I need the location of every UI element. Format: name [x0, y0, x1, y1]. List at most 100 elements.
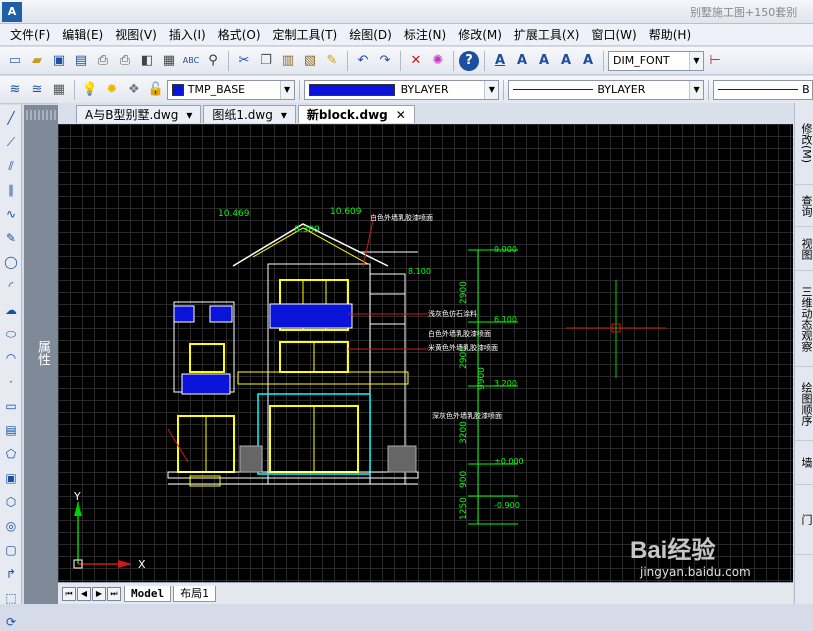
save-icon[interactable]: ▣	[49, 51, 69, 71]
publish-icon[interactable]: ▦	[159, 51, 179, 71]
palette-tab-3dorbit[interactable]: 三维动态观察	[795, 271, 813, 367]
menu-dimension[interactable]: 标注(N)	[398, 26, 452, 43]
menu-format[interactable]: 格式(O)	[212, 26, 267, 43]
donut-icon[interactable]: ◎	[2, 517, 20, 535]
preview-icon[interactable]: ◧	[137, 51, 157, 71]
spellcheck-icon[interactable]: ABC	[181, 51, 201, 71]
lightbulb-icon[interactable]: 💡	[80, 80, 100, 100]
menu-modify[interactable]: 修改(M)	[452, 26, 508, 43]
properties-panel-grip[interactable]	[26, 110, 56, 120]
close-icon[interactable]: ✕	[396, 108, 406, 122]
circle-icon[interactable]: ◯	[2, 253, 20, 271]
revcloud-icon[interactable]: ☁	[2, 301, 20, 319]
tab-layout1[interactable]: 布局1	[173, 585, 216, 602]
lock-icon[interactable]: 🔓	[146, 80, 166, 100]
first-tab-icon[interactable]: ⏮	[62, 586, 76, 601]
sun-icon[interactable]: ✹	[102, 80, 122, 100]
menu-draw[interactable]: 绘图(D)	[343, 26, 398, 43]
ucs-x-arrow	[118, 560, 132, 568]
menu-help[interactable]: 帮助(H)	[643, 26, 697, 43]
delete-icon[interactable]: ✕	[406, 51, 426, 71]
chevron-down-icon[interactable]: ▾	[281, 108, 287, 122]
menu-view[interactable]: 视图(V)	[109, 26, 163, 43]
text-check-a-icon[interactable]: A	[578, 51, 598, 71]
refresh-icon[interactable]: ⟳	[2, 613, 20, 631]
color-select[interactable]: BYLAYER ▼	[303, 79, 500, 100]
doc-tab-new-block[interactable]: 新block.dwg ✕	[297, 105, 415, 123]
menu-window[interactable]: 窗口(W)	[586, 26, 643, 43]
menu-insert[interactable]: 插入(I)	[163, 26, 212, 43]
menu-file[interactable]: 文件(F)	[4, 26, 56, 43]
menu-tools[interactable]: 定制工具(T)	[267, 26, 344, 43]
polygon-icon[interactable]: ⬠	[2, 445, 20, 463]
dim-tool-icon[interactable]: ⊢	[705, 51, 725, 71]
palette-tab-draworder[interactable]: 绘图顺序	[795, 367, 813, 441]
find-icon[interactable]: ⚲	[203, 51, 223, 71]
palette-tab-view[interactable]: 视图	[795, 227, 813, 271]
next-tab-icon[interactable]: ▶	[92, 586, 106, 601]
text-style-a-icon[interactable]: A	[490, 51, 510, 71]
separator	[453, 50, 454, 71]
last-tab-icon[interactable]: ⏭	[107, 586, 121, 601]
separator	[347, 50, 348, 71]
chevron-down-icon: ▼	[689, 51, 703, 70]
lineweight-select[interactable]: B	[713, 79, 813, 100]
plot-icon[interactable]: ⎙	[115, 51, 135, 71]
menu-edit[interactable]: 编辑(E)	[56, 26, 109, 43]
copy-icon[interactable]: ❐	[256, 51, 276, 71]
open-icon[interactable]: ▰	[27, 51, 47, 71]
palette-tab-wall[interactable]: 墙	[795, 441, 813, 485]
cut-icon[interactable]: ✂	[234, 51, 254, 71]
paste-icon[interactable]: ▥	[278, 51, 298, 71]
doc-tab-label: A与B型别墅.dwg	[85, 108, 179, 122]
layer-manager-icon[interactable]: ≋	[5, 80, 25, 100]
prev-tab-icon[interactable]: ◀	[77, 586, 91, 601]
palette-tab-door[interactable]: 门	[795, 485, 813, 555]
arc-icon[interactable]: ◜	[2, 277, 20, 295]
freehand-icon[interactable]: ✎	[2, 229, 20, 247]
level-label: ±0.000	[494, 457, 524, 466]
palette-tab-query[interactable]: 查询	[795, 185, 813, 227]
redo-icon[interactable]: ↷	[375, 51, 395, 71]
rectangle-icon[interactable]: ▭	[2, 397, 20, 415]
dim-style-select[interactable]: DIM_FONT ▼	[608, 50, 704, 71]
doc-tab-drawing1[interactable]: 图纸1.dwg ▾	[203, 105, 296, 123]
text-a-icon[interactable]: A	[512, 51, 532, 71]
print-icon[interactable]: ⎙	[93, 51, 113, 71]
match-prop-icon[interactable]: ✎	[322, 51, 342, 71]
layer-select[interactable]: TMP_BASE ▼	[166, 79, 295, 100]
freeze-vp-icon[interactable]: ❖	[124, 80, 144, 100]
help-icon[interactable]: ?	[459, 50, 479, 71]
saveas-icon[interactable]: ▤	[71, 51, 91, 71]
doc-tab-a-b-villa[interactable]: A与B型别墅.dwg ▾	[76, 105, 202, 123]
text-edit-a-icon[interactable]: A	[556, 51, 576, 71]
new-icon[interactable]: ▭	[5, 51, 25, 71]
palette-tab-modify[interactable]: 修改(M)	[795, 103, 813, 185]
chevron-down-icon[interactable]: ▾	[186, 108, 192, 122]
polyline-icon[interactable]: ⟋	[2, 133, 20, 151]
explode-icon[interactable]: ✺	[428, 51, 448, 71]
wipeout-icon[interactable]: ▢	[2, 541, 20, 559]
line-icon[interactable]: ╱	[2, 109, 20, 127]
drawing-canvas[interactable]: 10.469 10.609 8.309 白色外墙乳胶漆喷面 9.000 8.10…	[58, 124, 793, 582]
hatch-icon[interactable]: ▤	[2, 421, 20, 439]
boundary-icon[interactable]: ⬡	[2, 493, 20, 511]
ellipse-arc-icon[interactable]: ◠	[2, 349, 20, 367]
offset-icon[interactable]: ↱	[2, 565, 20, 583]
linetype-select[interactable]: BYLAYER ▼	[508, 79, 705, 100]
tab-model[interactable]: Model	[124, 585, 172, 602]
multiline-icon[interactable]: ∥	[2, 181, 20, 199]
text-find-a-icon[interactable]: A	[534, 51, 554, 71]
block-icon[interactable]: ⬚	[2, 589, 20, 607]
region-icon[interactable]: ▣	[2, 469, 20, 487]
point-icon[interactable]: ·	[2, 373, 20, 391]
ellipse-icon[interactable]: ⬭	[2, 325, 20, 343]
construction-line-icon[interactable]: ⫽	[2, 157, 20, 175]
layer-prev-icon[interactable]: ▦	[49, 80, 69, 100]
undo-icon[interactable]: ↶	[353, 51, 373, 71]
layer-state-icon[interactable]: ≊	[27, 80, 47, 100]
spline-icon[interactable]: ∿	[2, 205, 20, 223]
left-window	[189, 343, 225, 373]
paste-special-icon[interactable]: ▧	[300, 51, 320, 71]
menu-extension[interactable]: 扩展工具(X)	[508, 26, 586, 43]
